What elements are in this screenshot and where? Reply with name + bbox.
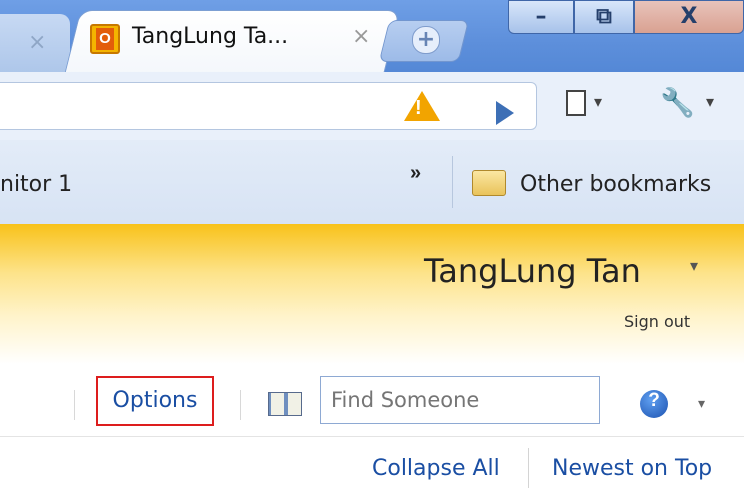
close-window-button[interactable]: X [634, 0, 744, 34]
app-header: TangLung Tan ▾ Sign out [0, 224, 744, 364]
browser-tab-strip: × O TangLung Ta... × + – ⧉ X [0, 0, 744, 75]
outlook-icon: O [90, 24, 120, 54]
separator [240, 390, 241, 420]
chevron-down-icon[interactable]: ▾ [690, 256, 698, 275]
command-bar: Options ? ▾ [0, 364, 744, 436]
close-tab-icon[interactable]: × [28, 30, 46, 55]
warning-icon[interactable] [404, 91, 440, 121]
browser-toolbar: ! ▾ 🔧 ▾ [0, 72, 744, 141]
chevron-down-icon[interactable]: ▾ [698, 396, 705, 412]
tab-title: TangLung Ta... [132, 24, 289, 49]
inactive-tab[interactable]: × [0, 14, 70, 72]
warning-mark: ! [415, 97, 422, 119]
chevron-down-icon[interactable]: ▾ [594, 92, 602, 111]
account-name[interactable]: TangLung Tan [424, 252, 641, 290]
wrench-icon[interactable]: 🔧 [660, 86, 695, 119]
page-menu-icon[interactable] [566, 90, 586, 116]
other-bookmarks-button[interactable]: Other bookmarks [520, 172, 711, 197]
find-someone-input[interactable] [320, 376, 600, 424]
restore-icon: ⧉ [596, 4, 612, 29]
folder-icon[interactable] [472, 170, 506, 196]
active-tab-content: O TangLung Ta... × [90, 14, 380, 64]
help-icon[interactable]: ? [640, 390, 668, 418]
separator [528, 448, 529, 488]
address-book-icon[interactable] [268, 392, 302, 416]
chevron-down-icon[interactable]: ▾ [706, 92, 714, 111]
close-icon: X [680, 4, 698, 29]
maximize-button[interactable]: ⧉ [574, 0, 634, 34]
close-tab-icon[interactable]: × [352, 24, 370, 49]
collapse-all-link[interactable]: Collapse All [372, 456, 500, 481]
plus-icon[interactable]: + [412, 26, 440, 54]
window-controls: – ⧉ X [508, 0, 744, 38]
minimize-button[interactable]: – [508, 0, 574, 34]
bookmark-item[interactable]: nitor 1 [0, 172, 72, 197]
address-bar[interactable]: ! [0, 82, 537, 130]
minimize-icon: – [535, 4, 547, 29]
divider [0, 436, 744, 437]
newest-on-top-link[interactable]: Newest on Top [552, 456, 712, 481]
separator [452, 156, 453, 208]
sign-out-link[interactable]: Sign out [624, 312, 690, 331]
go-icon[interactable] [496, 101, 514, 125]
bookmarks-overflow-button[interactable]: » [410, 162, 421, 185]
bookmarks-bar: nitor 1 » Other bookmarks [0, 140, 744, 225]
separator [74, 390, 75, 420]
options-button[interactable]: Options [96, 376, 214, 426]
